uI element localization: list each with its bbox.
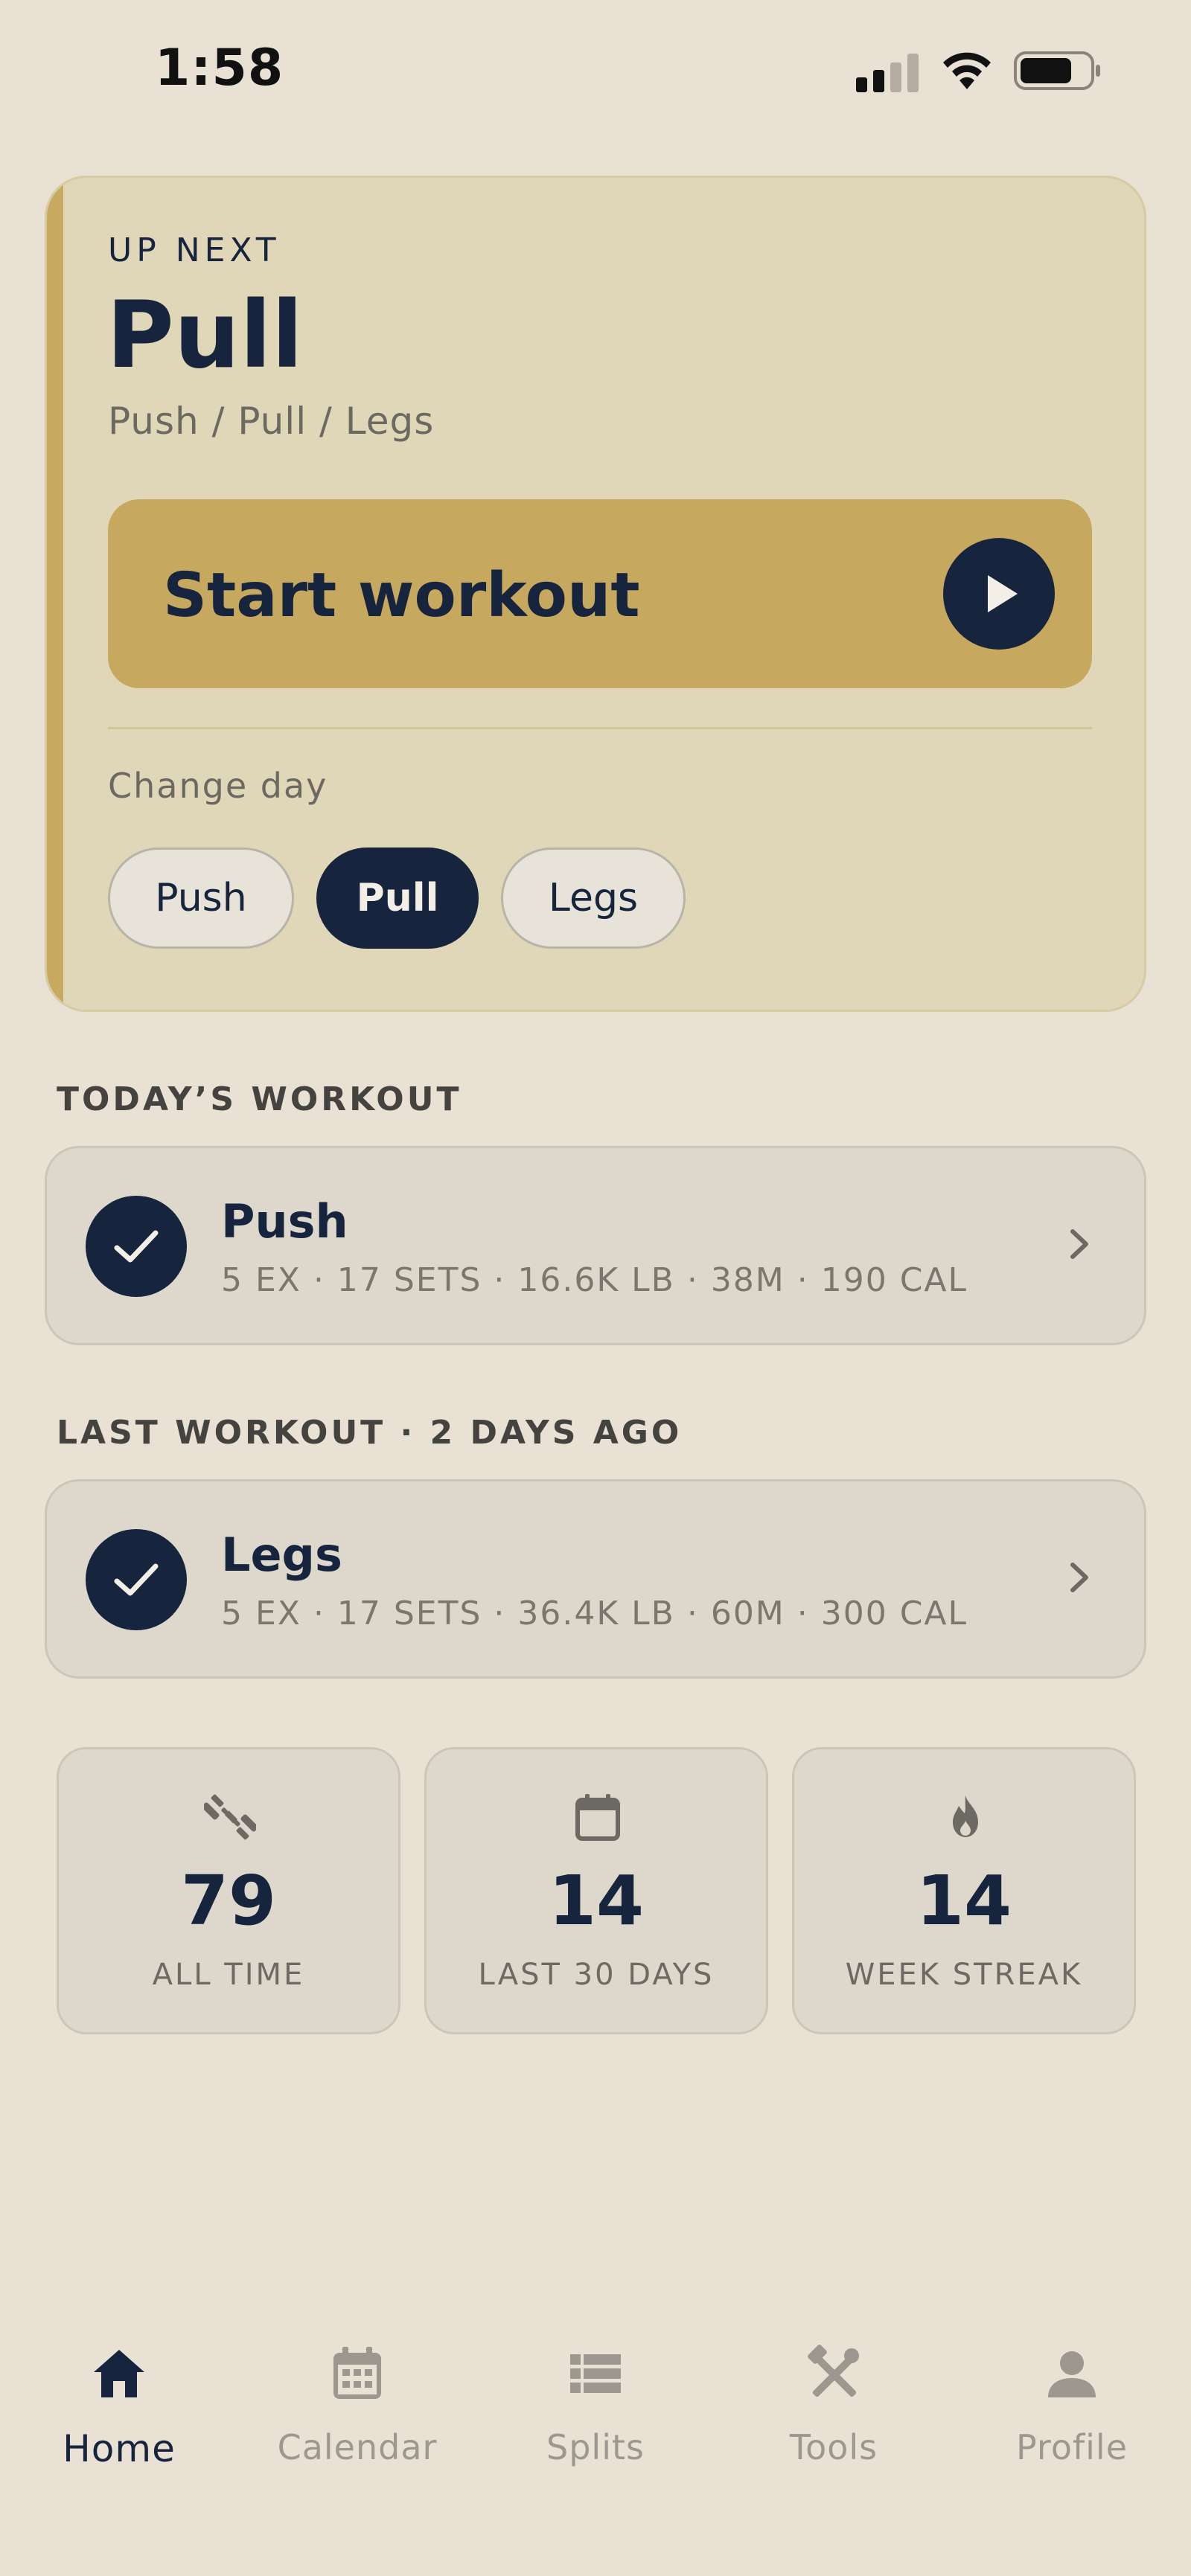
status-time: 1:58 xyxy=(155,39,284,97)
day-chip-legs[interactable]: Legs xyxy=(501,848,686,949)
up-next-card: UP NEXT Pull Push / Pull / Legs Start wo… xyxy=(45,176,1146,1012)
change-day-label: Change day xyxy=(108,766,328,806)
wifi-icon xyxy=(943,52,991,89)
stat-value: 14 xyxy=(548,1861,645,1941)
workout-title: Legs xyxy=(221,1528,342,1582)
tab-tools[interactable]: Tools xyxy=(715,2344,953,2493)
next-workout-title: Pull xyxy=(106,282,304,389)
tools-icon xyxy=(808,2345,859,2397)
dumbbell-icon xyxy=(204,1794,256,1840)
tab-label: Splits xyxy=(546,2427,645,2467)
chevron-right-icon xyxy=(1070,1229,1088,1259)
tab-profile[interactable]: Profile xyxy=(953,2344,1191,2493)
play-icon xyxy=(943,538,1055,650)
workout-meta: 5 EX · 17 SETS · 16.6K LB · 38M · 190 CA… xyxy=(221,1261,968,1299)
tab-calendar[interactable]: Calendar xyxy=(238,2344,476,2493)
tab-home[interactable]: Home xyxy=(0,2344,238,2493)
home-screen: 1:58 UP NEXT Pull Push / Pull / Legs Sta… xyxy=(0,0,1191,2576)
stat-value: 14 xyxy=(916,1861,1012,1941)
split-name: Push / Pull / Legs xyxy=(108,400,435,443)
cellular-signal-icon xyxy=(856,54,923,92)
up-next-eyebrow: UP NEXT xyxy=(108,231,281,269)
tab-splits[interactable]: Splits xyxy=(476,2344,715,2493)
card-accent-bar xyxy=(47,178,63,1010)
stat-card-last-30-days: 14 LAST 30 DAYS xyxy=(424,1747,768,2034)
stat-value: 79 xyxy=(180,1861,277,1941)
person-icon xyxy=(1048,2351,1096,2397)
stat-card-all-time: 79 ALL TIME xyxy=(57,1747,400,2034)
day-chip-pull[interactable]: Pull xyxy=(316,848,479,949)
stat-label: ALL TIME xyxy=(152,1958,305,1992)
workout-title: Push xyxy=(221,1194,348,1249)
todays-workout-header: TODAY’S WORKOUT xyxy=(57,1080,462,1118)
flame-icon xyxy=(953,1795,978,1837)
last-workout-header: LAST WORKOUT · 2 DAYS AGO xyxy=(57,1414,683,1452)
tab-label: Profile xyxy=(1015,2427,1128,2467)
check-icon xyxy=(86,1196,187,1297)
start-workout-button[interactable]: Start workout xyxy=(108,499,1092,688)
last-workout-row[interactable]: Legs 5 EX · 17 SETS · 36.4K LB · 60M · 3… xyxy=(45,1479,1146,1679)
stat-card-week-streak: 14 WEEK STREAK xyxy=(792,1747,1136,2034)
card-divider xyxy=(108,727,1092,729)
todays-workout-row[interactable]: Push 5 EX · 17 SETS · 16.6K LB · 38M · 1… xyxy=(45,1146,1146,1345)
chevron-right-icon xyxy=(1070,1563,1088,1592)
stat-label: LAST 30 DAYS xyxy=(478,1958,715,1992)
battery-icon xyxy=(1014,51,1100,90)
bottom-tab-bar: Home Calendar Splits Tools Profile xyxy=(0,2314,1191,2576)
status-bar: 1:58 xyxy=(0,0,1191,141)
check-icon xyxy=(86,1529,187,1630)
tab-label: Tools xyxy=(789,2427,878,2467)
tab-label: Home xyxy=(63,2427,176,2470)
calendar-icon xyxy=(575,1794,620,1841)
start-workout-label: Start workout xyxy=(163,560,640,631)
workout-meta: 5 EX · 17 SETS · 36.4K LB · 60M · 300 CA… xyxy=(221,1595,968,1633)
list-icon xyxy=(570,2354,621,2393)
calendar-icon xyxy=(333,2347,381,2399)
home-icon xyxy=(94,2350,144,2397)
day-chip-push[interactable]: Push xyxy=(108,848,294,949)
stat-label: WEEK STREAK xyxy=(845,1958,1083,1992)
tab-label: Calendar xyxy=(277,2427,438,2467)
